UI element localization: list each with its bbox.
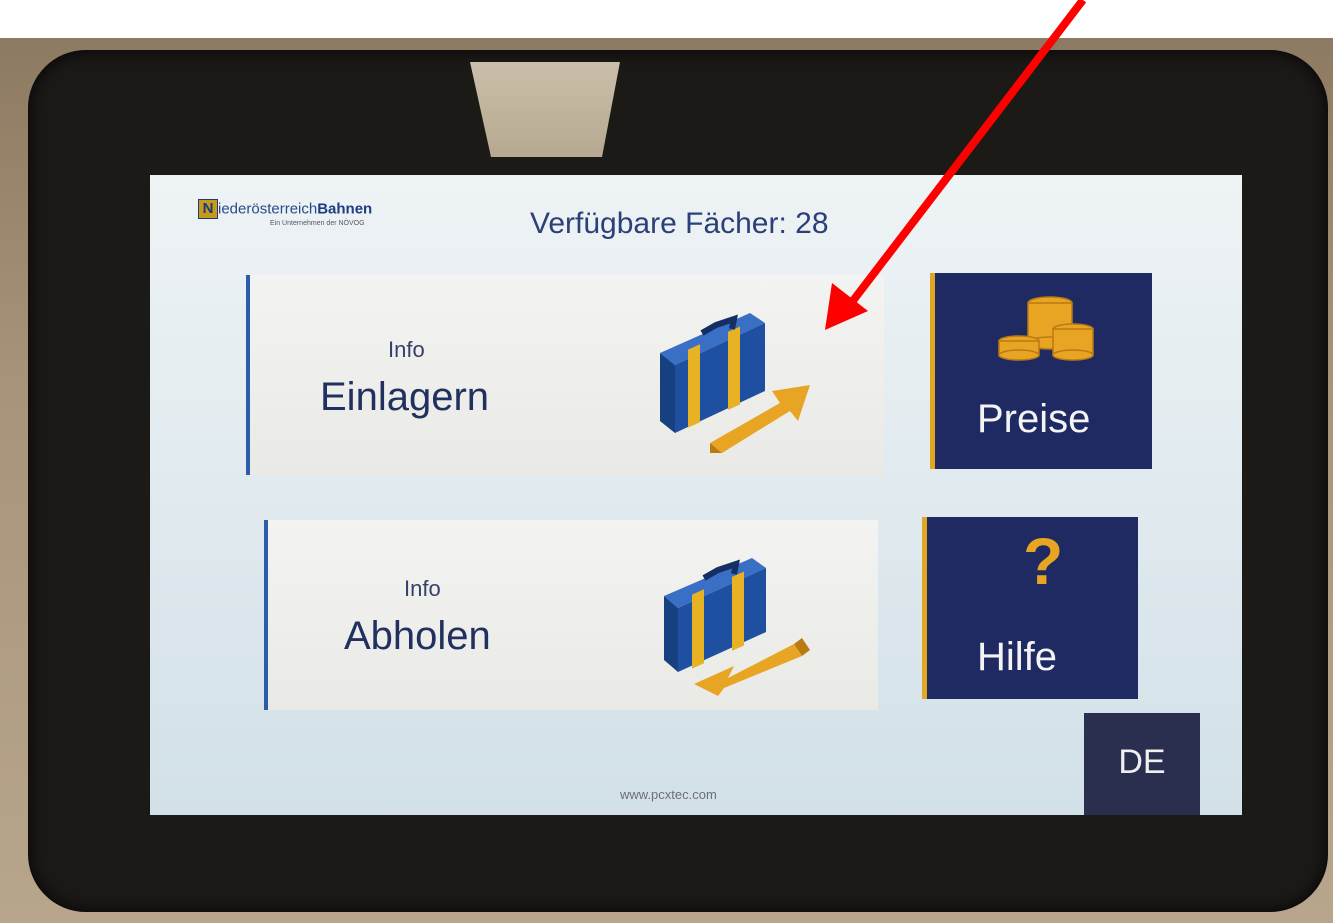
prices-label: Preise bbox=[977, 397, 1091, 441]
help-button[interactable]: ? Hilfe bbox=[922, 517, 1138, 699]
coins-icon bbox=[998, 296, 1094, 361]
brand-logo: NiederösterreichBahnen Ein Unternehmen d… bbox=[198, 199, 373, 227]
kiosk-screen: NiederösterreichBahnen Ein Unternehmen d… bbox=[150, 175, 1242, 815]
logo-name-plain: iederösterreich bbox=[218, 200, 318, 218]
suitcase-store-icon bbox=[660, 313, 810, 453]
pickup-label: Abholen bbox=[344, 614, 491, 658]
pickup-luggage-button[interactable]: Info Abholen bbox=[264, 520, 878, 710]
logo-mark: N bbox=[198, 199, 218, 219]
help-label: Hilfe bbox=[977, 635, 1058, 679]
store-info-label: Info bbox=[388, 337, 425, 362]
question-icon: ? bbox=[1023, 524, 1064, 598]
store-luggage-button[interactable]: Info Einlagern bbox=[246, 275, 884, 475]
store-label: Einlagern bbox=[320, 375, 490, 419]
suitcase-pickup-icon bbox=[664, 558, 810, 696]
logo-subtitle: Ein Unternehmen der NÖVOG bbox=[270, 220, 365, 227]
bezel-reflection bbox=[470, 62, 620, 157]
pickup-info-label: Info bbox=[404, 576, 441, 601]
footer-url: www.pcxtec.com bbox=[620, 787, 717, 802]
language-button[interactable]: DE bbox=[1084, 713, 1200, 815]
available-lockers-title: Verfügbare Fächer: 28 bbox=[530, 207, 829, 240]
prices-button[interactable]: Preise bbox=[930, 273, 1152, 469]
logo-name-bold: Bahnen bbox=[317, 200, 373, 218]
